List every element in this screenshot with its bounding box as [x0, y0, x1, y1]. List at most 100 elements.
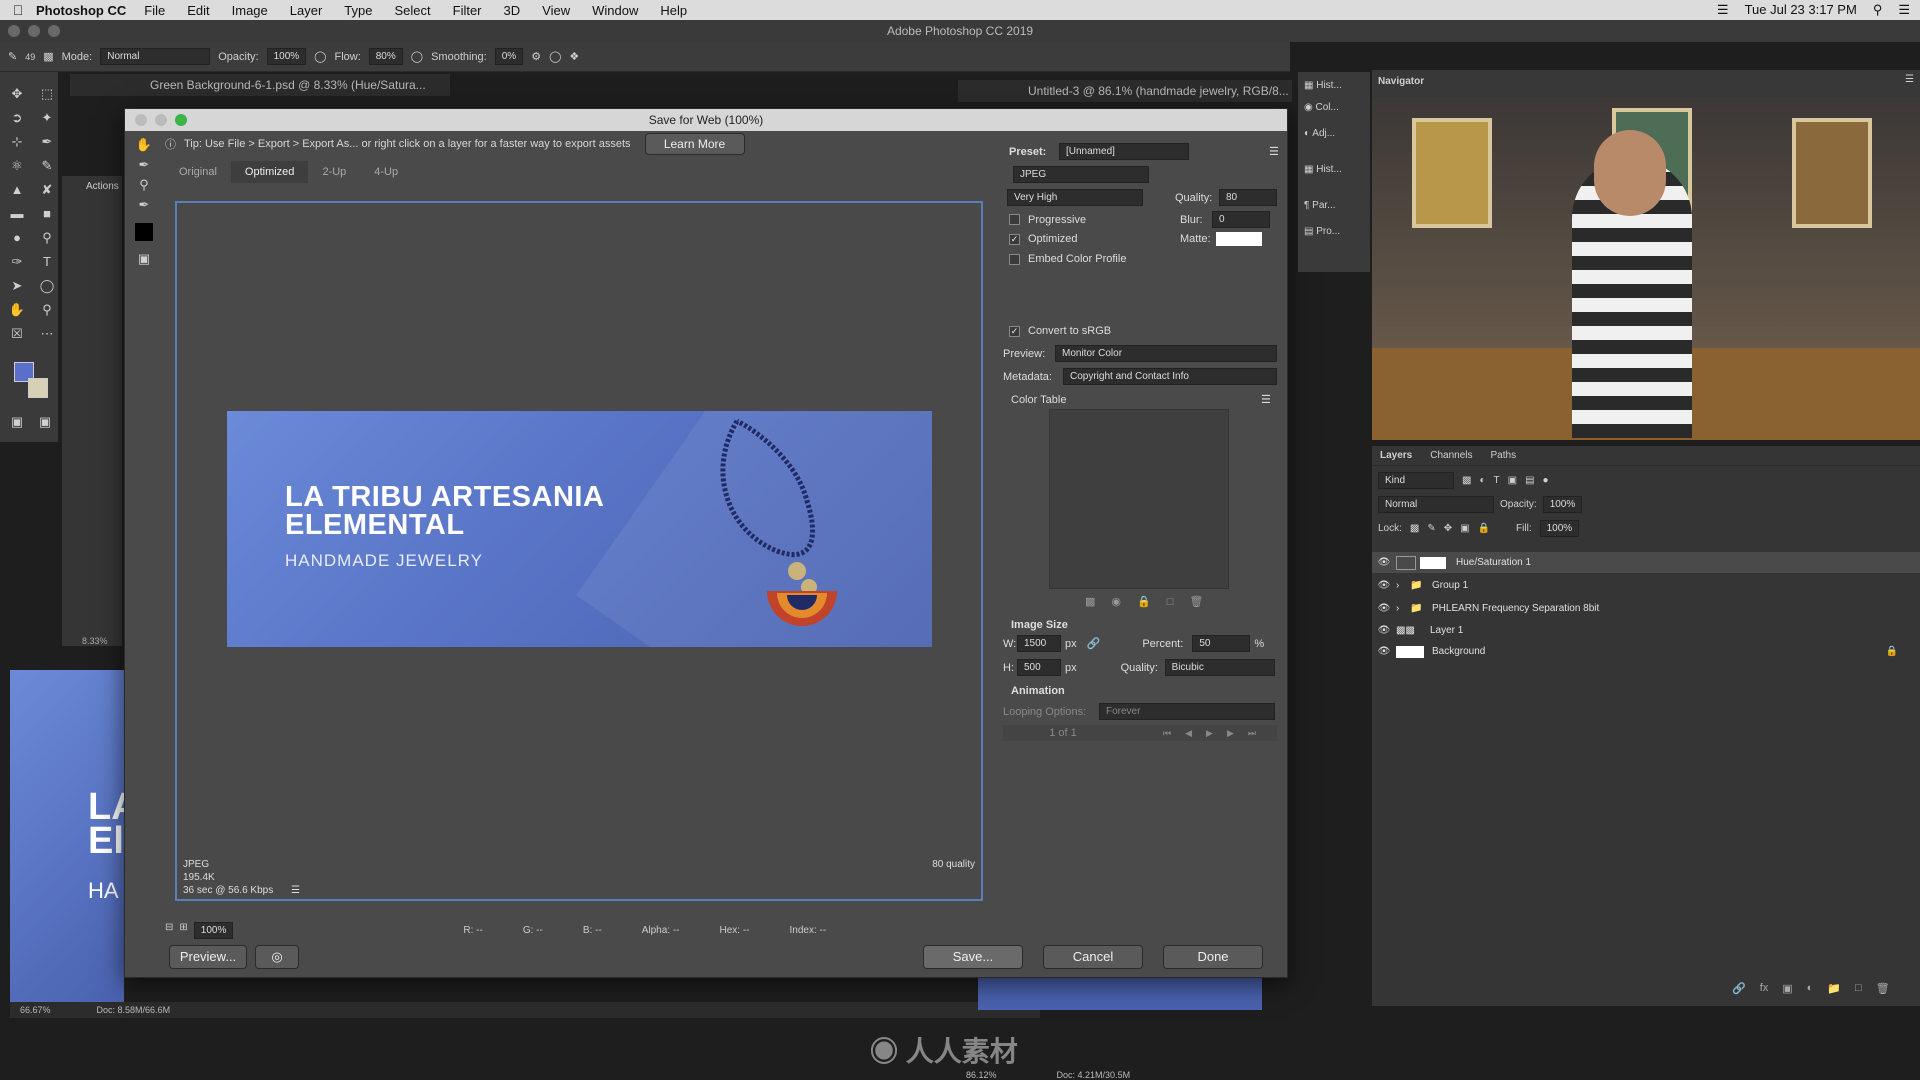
opacity-field[interactable]: 100% [266, 48, 307, 65]
new-color-icon[interactable]: □ [1167, 596, 1174, 608]
healing-tool-icon[interactable]: ⚛ [6, 156, 28, 176]
toggle-slices-icon[interactable]: ▣ [133, 249, 155, 269]
type-tool-icon[interactable]: T [36, 252, 58, 272]
layer-filter-select[interactable]: Kind [1378, 472, 1454, 489]
learn-more-button[interactable]: Learn More [644, 133, 745, 155]
visibility-eye-icon[interactable]: 👁 [1372, 580, 1396, 591]
eraser-tool-icon[interactable]: ▬ [6, 204, 28, 224]
dialog-hand-tool-icon[interactable]: ✋ [133, 135, 155, 155]
more-tools-icon[interactable]: ⋯ [36, 324, 58, 344]
web-shift-icon[interactable]: ◉ [1111, 595, 1121, 608]
delete-layer-icon[interactable]: 🗑 [1876, 982, 1890, 995]
symmetry-icon[interactable]: ❖ [569, 50, 579, 63]
save-button[interactable]: Save... [923, 945, 1023, 969]
embed-profile-checkbox[interactable] [1009, 253, 1020, 265]
panel-histogram-1[interactable]: ▦ Hist... [1298, 72, 1370, 98]
layer-row-frequency-separation[interactable]: 👁 › 📁 PHLEARN Frequency Separation 8bit [1372, 598, 1920, 619]
shape-tool-icon[interactable]: ◯ [36, 276, 58, 296]
marquee-tool-icon[interactable]: ⬚ [36, 84, 58, 104]
dialog-slice-tool-icon[interactable]: ✒ [133, 155, 155, 175]
lock-color-icon[interactable]: 🔒 [1137, 595, 1151, 608]
menubar-clock[interactable]: Tue Jul 23 3:17 PM [1745, 2, 1857, 18]
optimized-checkbox[interactable]: ✓ [1009, 233, 1020, 245]
menu-type[interactable]: Type [344, 3, 372, 18]
menu-view[interactable]: View [542, 3, 570, 18]
stamp-tool-icon[interactable]: ▲ [6, 180, 28, 200]
width-field[interactable]: 1500 [1017, 635, 1061, 652]
prev-frame-icon[interactable]: ◀ [1185, 728, 1192, 739]
menu-filter[interactable]: Filter [453, 3, 482, 18]
navigator-menu-icon[interactable]: ☰ [1905, 74, 1914, 85]
lock-artboard-icon[interactable]: ▣ [1460, 523, 1469, 534]
zoom-tool-icon[interactable]: ⚲ [36, 300, 58, 320]
menu-3d[interactable]: 3D [504, 3, 521, 18]
link-layers-icon[interactable]: 🔗 [1732, 982, 1746, 995]
filter-toggle-icon[interactable]: ● [1543, 475, 1549, 486]
quality-level-select[interactable]: Very High [1007, 189, 1143, 206]
mode-select[interactable]: Normal [100, 48, 211, 65]
history-brush-icon[interactable]: ✘ [36, 180, 58, 200]
chevron-right-icon[interactable]: › [1396, 603, 1410, 614]
last-frame-icon[interactable]: ⏭ [1248, 728, 1256, 739]
matte-swatch[interactable] [1216, 232, 1262, 246]
browser-preview-button[interactable]: ◎ [255, 945, 299, 969]
play-icon[interactable]: ▶ [1206, 728, 1213, 739]
quality-field[interactable]: 80 [1219, 189, 1277, 206]
blur-field[interactable]: 0 [1212, 211, 1270, 228]
color-table-menu-icon[interactable]: ☰ [1261, 393, 1271, 406]
color-table[interactable] [1049, 409, 1229, 589]
metadata-select[interactable]: Copyright and Contact Info [1063, 368, 1277, 385]
preview-button[interactable]: Preview... [169, 945, 247, 969]
optimize-menu-icon[interactable]: ☰ [1269, 145, 1279, 158]
layer-row-background[interactable]: 👁 Background 🔒 [1372, 641, 1920, 662]
height-field[interactable]: 500 [1017, 659, 1061, 676]
magic-wand-icon[interactable]: ✦ [36, 108, 58, 128]
crop-tool-icon[interactable]: ⊹ [6, 132, 28, 152]
layer-row-group-1[interactable]: 👁 › 📁 Group 1 [1372, 575, 1920, 596]
airbrush-icon[interactable]: ◯ [411, 50, 423, 63]
brush-tool-icon-2[interactable]: ✎ [36, 156, 58, 176]
add-mask-icon[interactable]: ▣ [1782, 982, 1792, 995]
app-menu[interactable]: Photoshop CC [36, 3, 126, 18]
cancel-button[interactable]: Cancel [1043, 945, 1143, 969]
chevron-right-icon[interactable]: › [1396, 580, 1410, 591]
hand-tool-icon[interactable]: ✋ [6, 300, 28, 320]
wifi-icon[interactable]: ☰ [1717, 2, 1729, 18]
tab-layers[interactable]: Layers [1380, 450, 1412, 461]
zoom-out-icon[interactable]: ⊟ [165, 922, 173, 939]
tab-channels[interactable]: Channels [1430, 450, 1472, 461]
lock-all-icon[interactable]: 🔒 [1478, 523, 1490, 534]
tab-original[interactable]: Original [165, 161, 231, 183]
zoom-in-icon[interactable]: ⊞ [179, 922, 187, 939]
navigator-title[interactable]: Navigator [1372, 70, 1920, 93]
blend-mode-select[interactable]: Normal [1378, 496, 1494, 513]
actions-title[interactable]: Actions [62, 176, 122, 197]
looping-select[interactable]: Forever [1099, 703, 1275, 720]
panel-properties[interactable]: ▤ Pro... [1298, 222, 1370, 248]
filter-adjust-icon[interactable]: ◐ [1479, 475, 1485, 486]
menu-help[interactable]: Help [660, 3, 687, 18]
menu-file[interactable]: File [144, 3, 165, 18]
screen-mode-icon[interactable]: ▣ [34, 412, 56, 432]
visibility-eye-icon[interactable]: 👁 [1372, 603, 1396, 614]
brush-panel-icon[interactable]: ▩ [43, 50, 53, 63]
done-button[interactable]: Done [1163, 945, 1263, 969]
tab-optimized[interactable]: Optimized [230, 161, 309, 183]
tab-2-up[interactable]: 2-Up [308, 161, 360, 183]
next-frame-icon[interactable]: ▶ [1227, 728, 1234, 739]
preview-select[interactable]: Monitor Color [1055, 345, 1277, 362]
gear-icon[interactable]: ⚙ [531, 50, 541, 63]
background-doc-zoom[interactable]: 66.67% [20, 1005, 51, 1015]
eyedropper-color-swatch[interactable] [135, 223, 153, 241]
move-tool-icon[interactable]: ✥ [6, 84, 28, 104]
map-color-icon[interactable]: ▩ [1085, 595, 1095, 608]
menu-select[interactable]: Select [394, 3, 430, 18]
doc-tab-right[interactable]: Untitled-3 @ 86.1% (handmade jewelry, RG… [958, 80, 1292, 102]
apple-icon[interactable]:  [0, 2, 36, 18]
brush-tool-icon[interactable]: ✎ [8, 50, 17, 63]
panel-color[interactable]: ◉ Col... [1298, 98, 1370, 124]
menu-edit[interactable]: Edit [187, 3, 209, 18]
search-icon[interactable]: ⚲ [1873, 2, 1883, 18]
tab-4-up[interactable]: 4-Up [360, 161, 412, 183]
panel-histogram-2[interactable]: ▦ Hist... [1298, 160, 1370, 196]
